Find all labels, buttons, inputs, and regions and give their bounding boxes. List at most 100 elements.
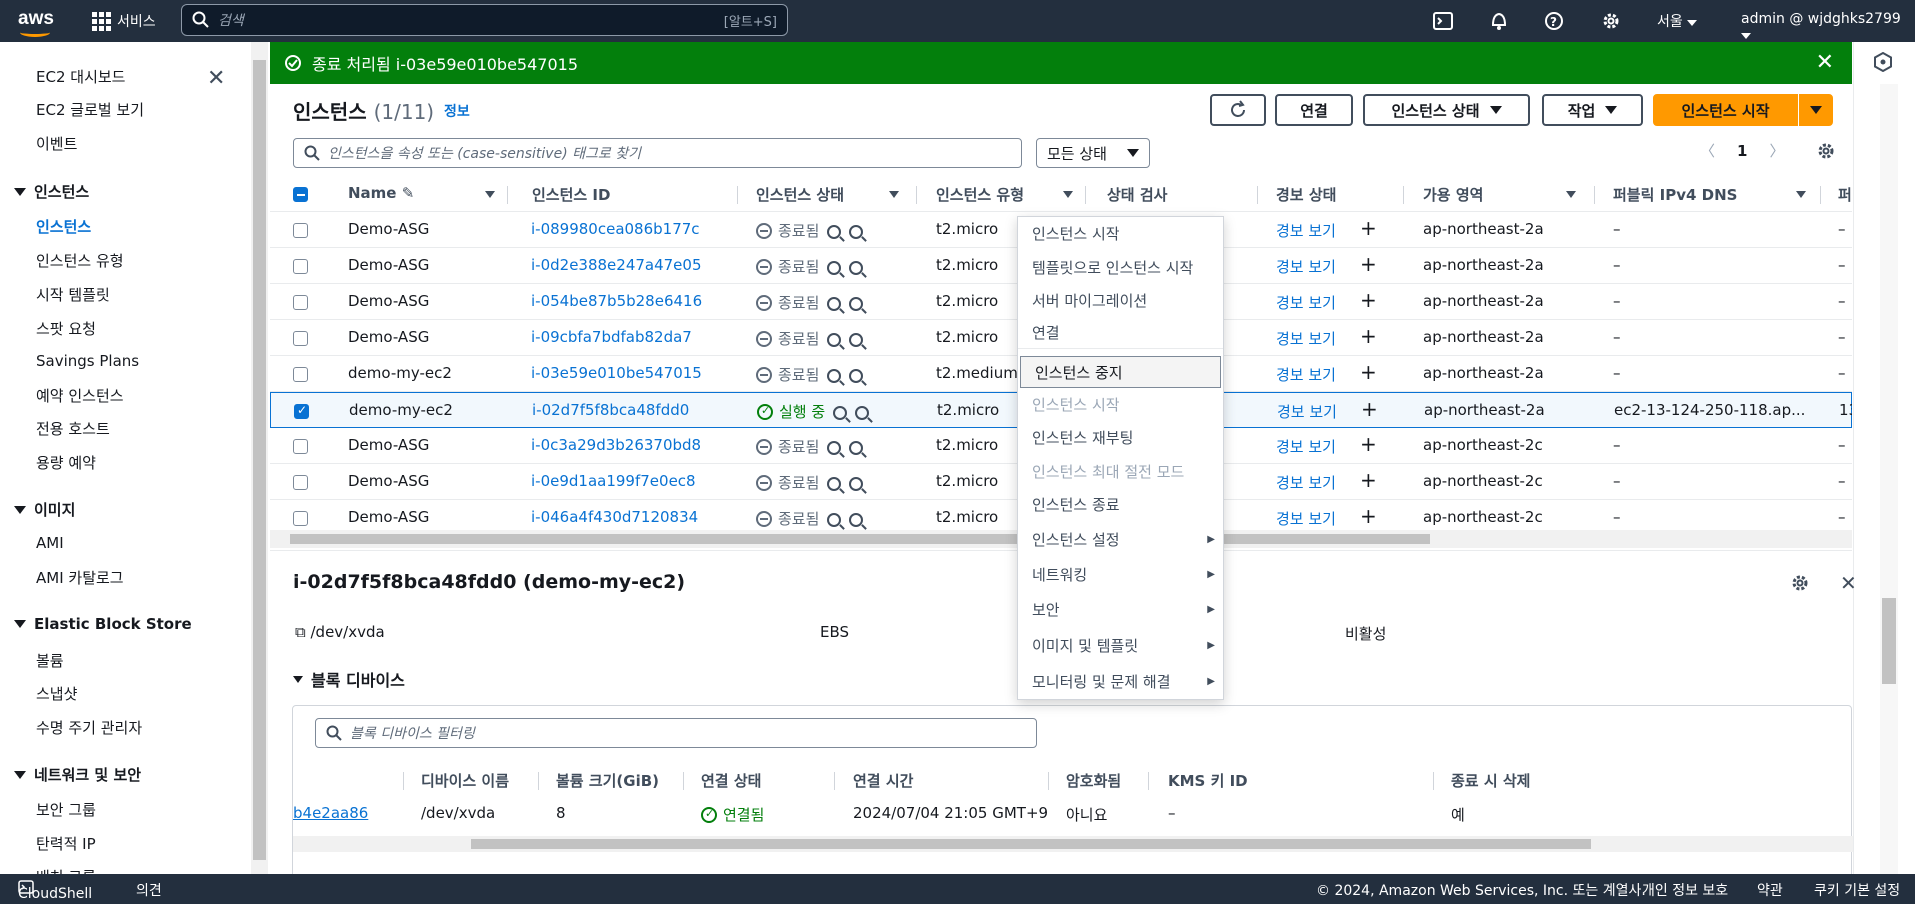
connect-button[interactable]: 연결 [1275, 94, 1353, 126]
col-public-ip[interactable]: 퍼 [1838, 184, 1852, 205]
sort-icon[interactable] [1566, 191, 1576, 198]
col-availability-zone[interactable]: 가용 영역 [1423, 184, 1483, 205]
col-delete-on-termination[interactable]: 종료 시 삭제 [1451, 770, 1530, 791]
sidebar-item-events[interactable]: 이벤트 [36, 133, 77, 154]
select-all-checkbox[interactable] [293, 187, 308, 202]
actions-button[interactable]: 작업 [1542, 94, 1643, 126]
instance-state-button[interactable]: 인스턴스 상태 [1363, 94, 1530, 126]
column-divider[interactable] [916, 186, 917, 204]
cell-instance-id-link[interactable]: i-0e9d1aa199f7e0ec8 [531, 472, 696, 490]
column-divider[interactable] [683, 772, 684, 790]
menu-item-migrate-server[interactable]: 서버 마이그레이션 [1018, 284, 1223, 316]
scrollbar-thumb[interactable] [290, 534, 1430, 544]
zoom-in-icon[interactable] [827, 260, 842, 275]
cell-instance-id-link[interactable]: i-09cbfa7bdfab82da7 [531, 328, 692, 346]
sidebar-item-reserved[interactable]: 예약 인스턴스 [36, 385, 124, 406]
menu-item-security[interactable]: 보안 ▶ [1018, 593, 1223, 625]
row-checkbox[interactable] [293, 223, 308, 238]
sidebar-item-security-groups[interactable]: 보안 그룹 [36, 799, 96, 820]
block-devices-heading[interactable]: 블록 디바이스 [293, 667, 405, 691]
zoom-in-icon[interactable] [827, 296, 842, 311]
services-menu[interactable]: 서비스 [92, 8, 156, 34]
sidebar-item-launch-templates[interactable]: 시작 템플릿 [36, 284, 110, 305]
col-attachment-status[interactable]: 연결 상태 [701, 770, 761, 791]
zoom-out-icon[interactable] [849, 368, 864, 383]
menu-item-launch-instances[interactable]: 인스턴스 시작 [1018, 217, 1223, 249]
chevron-left-icon[interactable]: 〈 [1700, 140, 1715, 161]
col-volume-size[interactable]: 볼륨 크기(GiB) [556, 770, 659, 791]
copy-icon[interactable]: ⧉ [295, 623, 306, 641]
launch-instances-button[interactable]: 인스턴스 시작 [1653, 94, 1798, 126]
menu-item-connect[interactable]: 연결 [1018, 317, 1223, 349]
zoom-out-icon[interactable] [849, 260, 864, 275]
volume-id-link[interactable]: b4e2aa86 [293, 804, 368, 822]
row-checkbox[interactable] [293, 331, 308, 346]
col-attachment-time[interactable]: 연결 시간 [853, 770, 913, 791]
zoom-in-icon[interactable] [827, 224, 842, 239]
add-alarm-icon[interactable]: + [1360, 504, 1377, 528]
cell-instance-id-link[interactable]: i-03e59e010be547015 [531, 364, 702, 382]
column-divider[interactable] [1257, 186, 1258, 204]
zoom-in-icon[interactable] [827, 512, 842, 527]
col-alarm-status[interactable]: 경보 상태 [1276, 184, 1336, 205]
col-kms-key[interactable]: KMS 키 ID [1168, 770, 1248, 791]
sidebar-section-network[interactable]: 네트워크 및 보안 [14, 764, 141, 785]
cell-alarm-link[interactable]: 경보 보기 [1276, 292, 1336, 313]
launch-dropdown-button[interactable] [1799, 94, 1833, 126]
sidebar-item-instances[interactable]: 인스턴스 [36, 216, 91, 237]
menu-item-reboot-instance[interactable]: 인스턴스 재부팅 [1018, 421, 1223, 453]
column-divider[interactable] [538, 772, 539, 790]
region-selector[interactable]: 서울 [1657, 11, 1698, 31]
zoom-out-icon[interactable] [855, 405, 870, 420]
cell-instance-id-link[interactable]: i-046a4f430d7120834 [531, 508, 698, 526]
close-icon[interactable]: ✕ [1816, 50, 1834, 75]
col-encrypted[interactable]: 암호화됨 [1066, 770, 1121, 791]
col-instance-state[interactable]: 인스턴스 상태 [756, 184, 844, 205]
zoom-out-icon[interactable] [849, 332, 864, 347]
row-checkbox[interactable] [293, 295, 308, 310]
main-scrollbar[interactable] [1880, 84, 1898, 874]
zoom-out-icon[interactable] [849, 296, 864, 311]
help-panel-icon[interactable] [1873, 52, 1893, 72]
menu-item-image-templates[interactable]: 이미지 및 템플릿 ▶ [1018, 629, 1223, 661]
column-divider[interactable] [1085, 186, 1086, 204]
account-menu[interactable]: admin @ wjdghks2799 [1741, 11, 1915, 43]
zoom-out-icon[interactable] [849, 512, 864, 527]
close-icon[interactable]: ✕ [207, 66, 225, 91]
row-checkbox[interactable] [293, 511, 308, 526]
col-public-dns[interactable]: 퍼블릭 IPv4 DNS [1613, 184, 1737, 205]
sidebar-item-capacity[interactable]: 용량 예약 [36, 452, 96, 473]
cloudshell-link[interactable]: CloudShell [18, 880, 92, 902]
bell-icon[interactable] [1488, 10, 1510, 32]
cell-alarm-link[interactable]: 경보 보기 [1276, 364, 1336, 385]
gear-icon[interactable] [1600, 10, 1622, 32]
scrollbar-thumb[interactable] [471, 839, 1591, 849]
sidebar-scrollbar-thumb[interactable] [253, 60, 266, 860]
add-alarm-icon[interactable]: + [1360, 432, 1377, 456]
sidebar-item-dashboard[interactable]: EC2 대시보드 [36, 66, 125, 87]
sidebar-item-global-view[interactable]: EC2 글로벌 보기 [36, 99, 144, 120]
menu-item-stop-instance[interactable]: 인스턴스 중지 [1020, 356, 1221, 388]
info-link[interactable]: 정보 [444, 101, 470, 121]
cell-alarm-link[interactable]: 경보 보기 [1276, 220, 1336, 241]
sort-icon[interactable] [485, 191, 495, 198]
column-divider[interactable] [1594, 186, 1595, 204]
search-input[interactable]: 검색 [알트+S] [181, 4, 788, 36]
cell-instance-id-link[interactable]: i-089980cea086b177c [531, 220, 700, 238]
cell-instance-id-link[interactable]: i-0d2e388e247a47e05 [531, 256, 702, 274]
menu-item-instance-settings[interactable]: 인스턴스 설정 ▶ [1018, 523, 1223, 555]
add-alarm-icon[interactable]: + [1360, 468, 1377, 492]
zoom-in-icon[interactable] [827, 440, 842, 455]
cell-alarm-link[interactable]: 경보 보기 [1277, 401, 1337, 422]
menu-item-monitoring[interactable]: 모니터링 및 문제 해결 ▶ [1018, 665, 1223, 697]
sidebar-item-lifecycle[interactable]: 수명 주기 관리자 [36, 717, 142, 738]
add-alarm-icon[interactable]: + [1360, 216, 1377, 240]
feedback-link[interactable]: 의견 [136, 880, 162, 900]
cell-alarm-link[interactable]: 경보 보기 [1276, 256, 1336, 277]
column-divider[interactable] [507, 186, 508, 204]
cookie-preferences-link[interactable]: 쿠키 기본 설정 [1814, 880, 1900, 900]
sort-icon[interactable] [889, 191, 899, 198]
col-status-check[interactable]: 상태 검사 [1107, 184, 1167, 205]
aws-logo[interactable]: aws [18, 8, 54, 37]
page-number[interactable]: 1 [1737, 142, 1747, 160]
